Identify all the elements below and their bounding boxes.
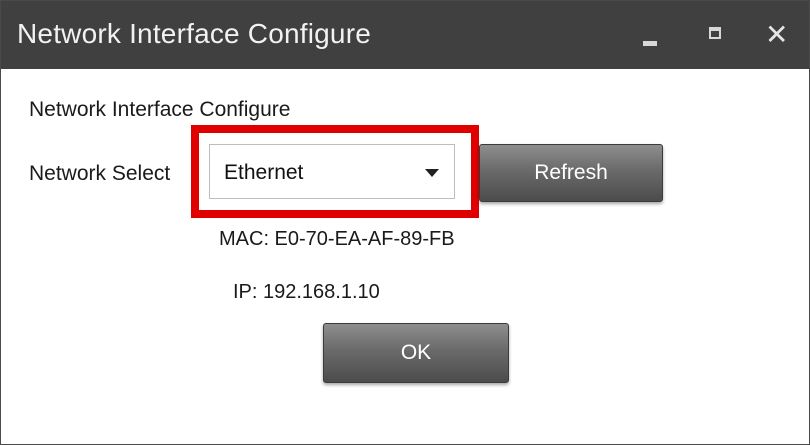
mac-address-text: MAC: E0-70-EA-AF-89-FB [219, 228, 455, 250]
network-config-window: Network Interface Configure ✕ Network In… [0, 0, 810, 445]
title-bar[interactable]: Network Interface Configure ✕ [1, 1, 809, 69]
close-icon: ✕ [765, 19, 789, 50]
network-select-label: Network Select [29, 162, 171, 185]
maximize-icon [709, 27, 721, 39]
window-title: Network Interface Configure [17, 18, 372, 49]
minimize-button[interactable] [625, 1, 675, 69]
minimize-icon [643, 41, 657, 46]
ip-address-text: IP: 192.168.1.10 [233, 281, 380, 303]
maximize-button[interactable] [691, 1, 741, 69]
section-heading: Network Interface Configure [29, 98, 291, 121]
highlight-box [191, 125, 479, 218]
refresh-button[interactable]: Refresh [479, 144, 663, 202]
close-button[interactable]: ✕ [755, 1, 805, 69]
ok-button[interactable]: OK [323, 323, 509, 383]
